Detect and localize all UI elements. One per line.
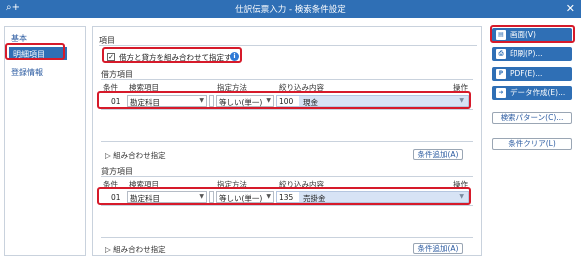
col-header-operation: 操作: [453, 180, 468, 189]
info-icon[interactable]: i: [230, 52, 239, 61]
credit-header-line: [101, 176, 473, 177]
credit-combo-label: 組み合わせ指定: [113, 245, 166, 254]
credit-filter-code[interactable]: 135: [277, 192, 299, 202]
action-panel: ▤ 画面(V) ⎙ 印刷(P)... P PDF(E)... ➜ データ作成(E…: [488, 26, 577, 256]
credit-combo-expander[interactable]: ▷ 組み合わせ指定: [105, 244, 166, 255]
pdf-button[interactable]: P PDF(E)...: [492, 67, 572, 81]
col-header-operation: 操作: [453, 83, 468, 92]
col-header-method: 指定方法: [217, 83, 247, 92]
sidebar-item-registration[interactable]: 登録情報: [11, 67, 43, 78]
col-header-filter: 絞り込み内容: [279, 180, 324, 189]
credit-search-item-value: 勘定科目: [130, 194, 160, 203]
search-pattern-button[interactable]: 検索パターン(C)...: [492, 112, 572, 124]
sidebar: 基本 明細項目 登録情報: [4, 26, 86, 256]
pdf-icon: P: [496, 69, 506, 79]
credit-row-line: [101, 205, 473, 206]
col-header-method: 指定方法: [217, 180, 247, 189]
credit-bottom-line: [101, 237, 473, 238]
credit-add-condition-button[interactable]: 条件追加(A): [413, 243, 463, 254]
sidebar-item-detail[interactable]: 明細項目: [9, 47, 67, 60]
debit-method-value: 等しい(単一): [219, 98, 263, 107]
debit-method-select[interactable]: 等しい(単一) ▼: [216, 95, 274, 107]
clear-conditions-button[interactable]: 条件クリア(L): [492, 138, 572, 150]
col-header-condition: 条件: [103, 83, 118, 92]
chevron-down-icon: ▼: [266, 193, 271, 200]
chevron-down-icon: ▼: [266, 97, 271, 104]
credit-filter-name: 売掛金: [303, 194, 326, 203]
printer-icon: ⎙: [496, 49, 506, 59]
splitter-handle[interactable]: [209, 95, 214, 107]
col-header-search-item: 検索項目: [129, 83, 159, 92]
chevron-down-icon[interactable]: ▼: [459, 193, 464, 200]
section-divider: [99, 45, 477, 46]
sidebar-item-basic[interactable]: 基本: [11, 33, 27, 44]
window-title: 仕訳伝票入力 - 検索条件設定: [235, 5, 346, 15]
pdf-button-label: PDF(E)...: [510, 69, 543, 78]
col-header-condition: 条件: [103, 180, 118, 189]
credit-method-value: 等しい(単一): [219, 194, 263, 203]
debit-add-condition-button[interactable]: 条件追加(A): [413, 149, 463, 160]
chevron-down-icon[interactable]: ▼: [459, 97, 464, 104]
data-export-button[interactable]: ➜ データ作成(E)...: [492, 86, 572, 100]
splitter-handle[interactable]: [209, 191, 214, 203]
credit-filter-field[interactable]: 135 売掛金 ▼: [276, 191, 469, 203]
debit-search-item-select[interactable]: 勘定科目 ▼: [127, 95, 207, 107]
debit-row-no: 01: [111, 97, 121, 106]
chevron-down-icon: ▼: [199, 193, 204, 200]
debit-combo-label: 組み合わせ指定: [113, 151, 166, 160]
data-export-button-label: データ作成(E)...: [510, 88, 566, 97]
debit-header-line: [101, 79, 473, 80]
debit-filter-field[interactable]: 100 現金 ▼: [276, 95, 469, 107]
debit-combo-expander[interactable]: ▷ 組み合わせ指定: [105, 150, 166, 161]
screen-button[interactable]: ▤ 画面(V): [492, 28, 572, 42]
combine-checkbox-label: 借方と貸方を組み合わせて指定する: [119, 53, 239, 62]
screen-icon: ▤: [496, 30, 506, 40]
title-bar: ⌕+ 仕訳伝票入力 - 検索条件設定 ✕: [0, 0, 581, 18]
col-header-search-item: 検索項目: [129, 180, 159, 189]
print-button[interactable]: ⎙ 印刷(P)...: [492, 47, 572, 61]
main-panel: 項目 ✓ 借方と貸方を組み合わせて指定する i 借方項目 条件 検索項目 指定方…: [92, 26, 482, 256]
credit-search-item-select[interactable]: 勘定科目 ▼: [127, 191, 207, 203]
close-icon[interactable]: ✕: [566, 2, 575, 15]
col-header-filter: 絞り込み内容: [279, 83, 324, 92]
print-button-label: 印刷(P)...: [510, 49, 543, 58]
credit-row-no: 01: [111, 193, 121, 202]
debit-filter-code[interactable]: 100: [277, 96, 299, 106]
chevron-down-icon: ▼: [199, 97, 204, 104]
credit-method-select[interactable]: 等しい(単一) ▼: [216, 191, 274, 203]
export-icon: ➜: [496, 88, 506, 98]
screen-button-label: 画面(V): [510, 30, 536, 39]
debit-row-line: [101, 109, 473, 110]
debit-search-item-value: 勘定科目: [130, 98, 160, 107]
debit-bottom-line: [101, 141, 473, 142]
debit-filter-name: 現金: [303, 98, 318, 107]
combine-checkbox[interactable]: ✓: [107, 53, 115, 61]
